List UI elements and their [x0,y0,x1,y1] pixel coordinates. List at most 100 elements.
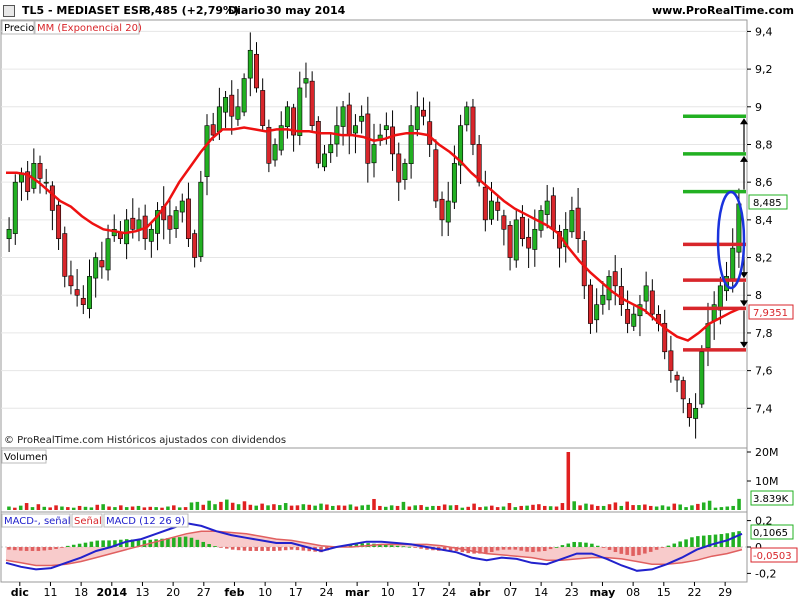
volume-bar [42,506,47,510]
candle-body [173,210,179,229]
candle-body [322,153,327,168]
volume-bar [660,505,665,510]
macd-histogram-bar [713,534,718,547]
macd-histogram-bar [142,540,147,547]
close-badge: 8,485 [753,198,782,209]
volume-bar [148,506,153,510]
volume-bar [495,507,500,510]
macd-histogram-bar [472,547,476,554]
macd-histogram-bar [54,547,58,550]
candle-body [105,238,111,271]
ema-badge: 7,9351 [753,308,788,319]
macd-histogram-bar [648,547,653,552]
candle-body [371,144,377,164]
macd-histogram-bar [172,537,176,547]
volume-bar [189,502,194,510]
volume-bar [460,507,465,510]
macd-histogram-bar [283,547,288,551]
macd-histogram-bar [413,547,417,548]
volume-bar [625,501,629,510]
candle-body [87,276,92,309]
legend-macd: MACD (12 26 9) [106,516,185,527]
x-tick-label: 23 [565,586,579,599]
volume-bar [560,503,565,510]
macd-histogram-bar [36,547,41,551]
candle-body [148,228,154,242]
candle-body [284,106,290,128]
candle-body [625,309,631,324]
volume-bar [466,506,470,510]
volume-bar [325,504,329,510]
x-tick-label: 17 [289,586,303,599]
volume-bar [166,506,170,510]
volume-bar [601,505,606,510]
macd-histogram-bar [242,547,247,551]
volume-bar [107,506,111,510]
legend-price: Precio [4,23,34,34]
volume-bar [542,505,547,510]
candle-body [482,186,488,221]
macd-histogram-bar [731,532,735,547]
macd-histogram-bar [537,547,541,552]
volume-bar [183,507,188,510]
volume-bar [566,452,571,510]
candle-body [464,106,470,126]
macd-histogram-bar [407,546,412,548]
x-tick-label: feb [224,586,244,599]
x-tick-label: 17 [411,586,425,599]
macd-histogram-bar [189,537,194,547]
stock-chart[interactable]: 7,4 7,6 7,8 8 8,2 8,4 8,6 8,8 9 9,2 9,4 Precio MM … [0,0,800,600]
volume-bar [119,505,123,510]
candle-body [241,78,247,113]
candle-body [439,198,445,221]
x-tick-label: 14 [534,586,548,599]
volume-bar [713,507,718,510]
volume-bar [142,507,147,510]
candle-body [328,144,334,154]
candle-body [192,233,198,258]
volume-bar [501,506,506,510]
volume-bar [654,506,659,510]
macd-histogram-bar [260,547,264,551]
volume-bar [195,501,200,510]
data-footnote: © ProRealTime.com Históricos ajustados c… [4,434,286,446]
volume-bar [548,506,553,510]
candle-body [414,106,420,130]
macd-histogram-bar [18,547,23,551]
candle-body [223,97,229,113]
volume-bar [301,504,306,510]
candle-body [204,125,210,177]
volume-bar [342,505,347,510]
x-tick-label: 10 [381,586,395,599]
volume-bar [336,505,341,510]
volume-bar [278,505,282,510]
candle-body [303,78,309,84]
candle-body [229,94,235,117]
candle-body [643,285,649,302]
volume-bar [478,507,482,510]
candle-body [6,228,12,240]
macd-histogram-bar [225,547,229,549]
candle-body [12,181,18,234]
volume-bar [684,507,688,510]
macd-histogram-bar [266,547,270,551]
volume-bar [24,503,29,510]
volume-bar [254,505,259,510]
macd-histogram-bar [77,543,82,547]
candle-body [495,201,501,211]
volume-bar [413,505,417,510]
macd-histogram-bar [625,547,629,555]
price-tick-label: 9,4 [755,25,773,38]
candle-body [49,185,55,211]
macd-histogram-bar [48,547,52,550]
legend-volume: Volumen [4,452,48,463]
macd-histogram-bar [678,541,682,547]
candle-body [210,124,216,136]
volume-bar [89,507,94,510]
candle-body [686,403,692,419]
x-tick-label: 2014 [96,586,127,599]
macd-histogram-bar [213,546,217,547]
macd-histogram-bar [30,547,35,551]
volume-bar [378,505,382,510]
volume-bar [425,506,429,510]
